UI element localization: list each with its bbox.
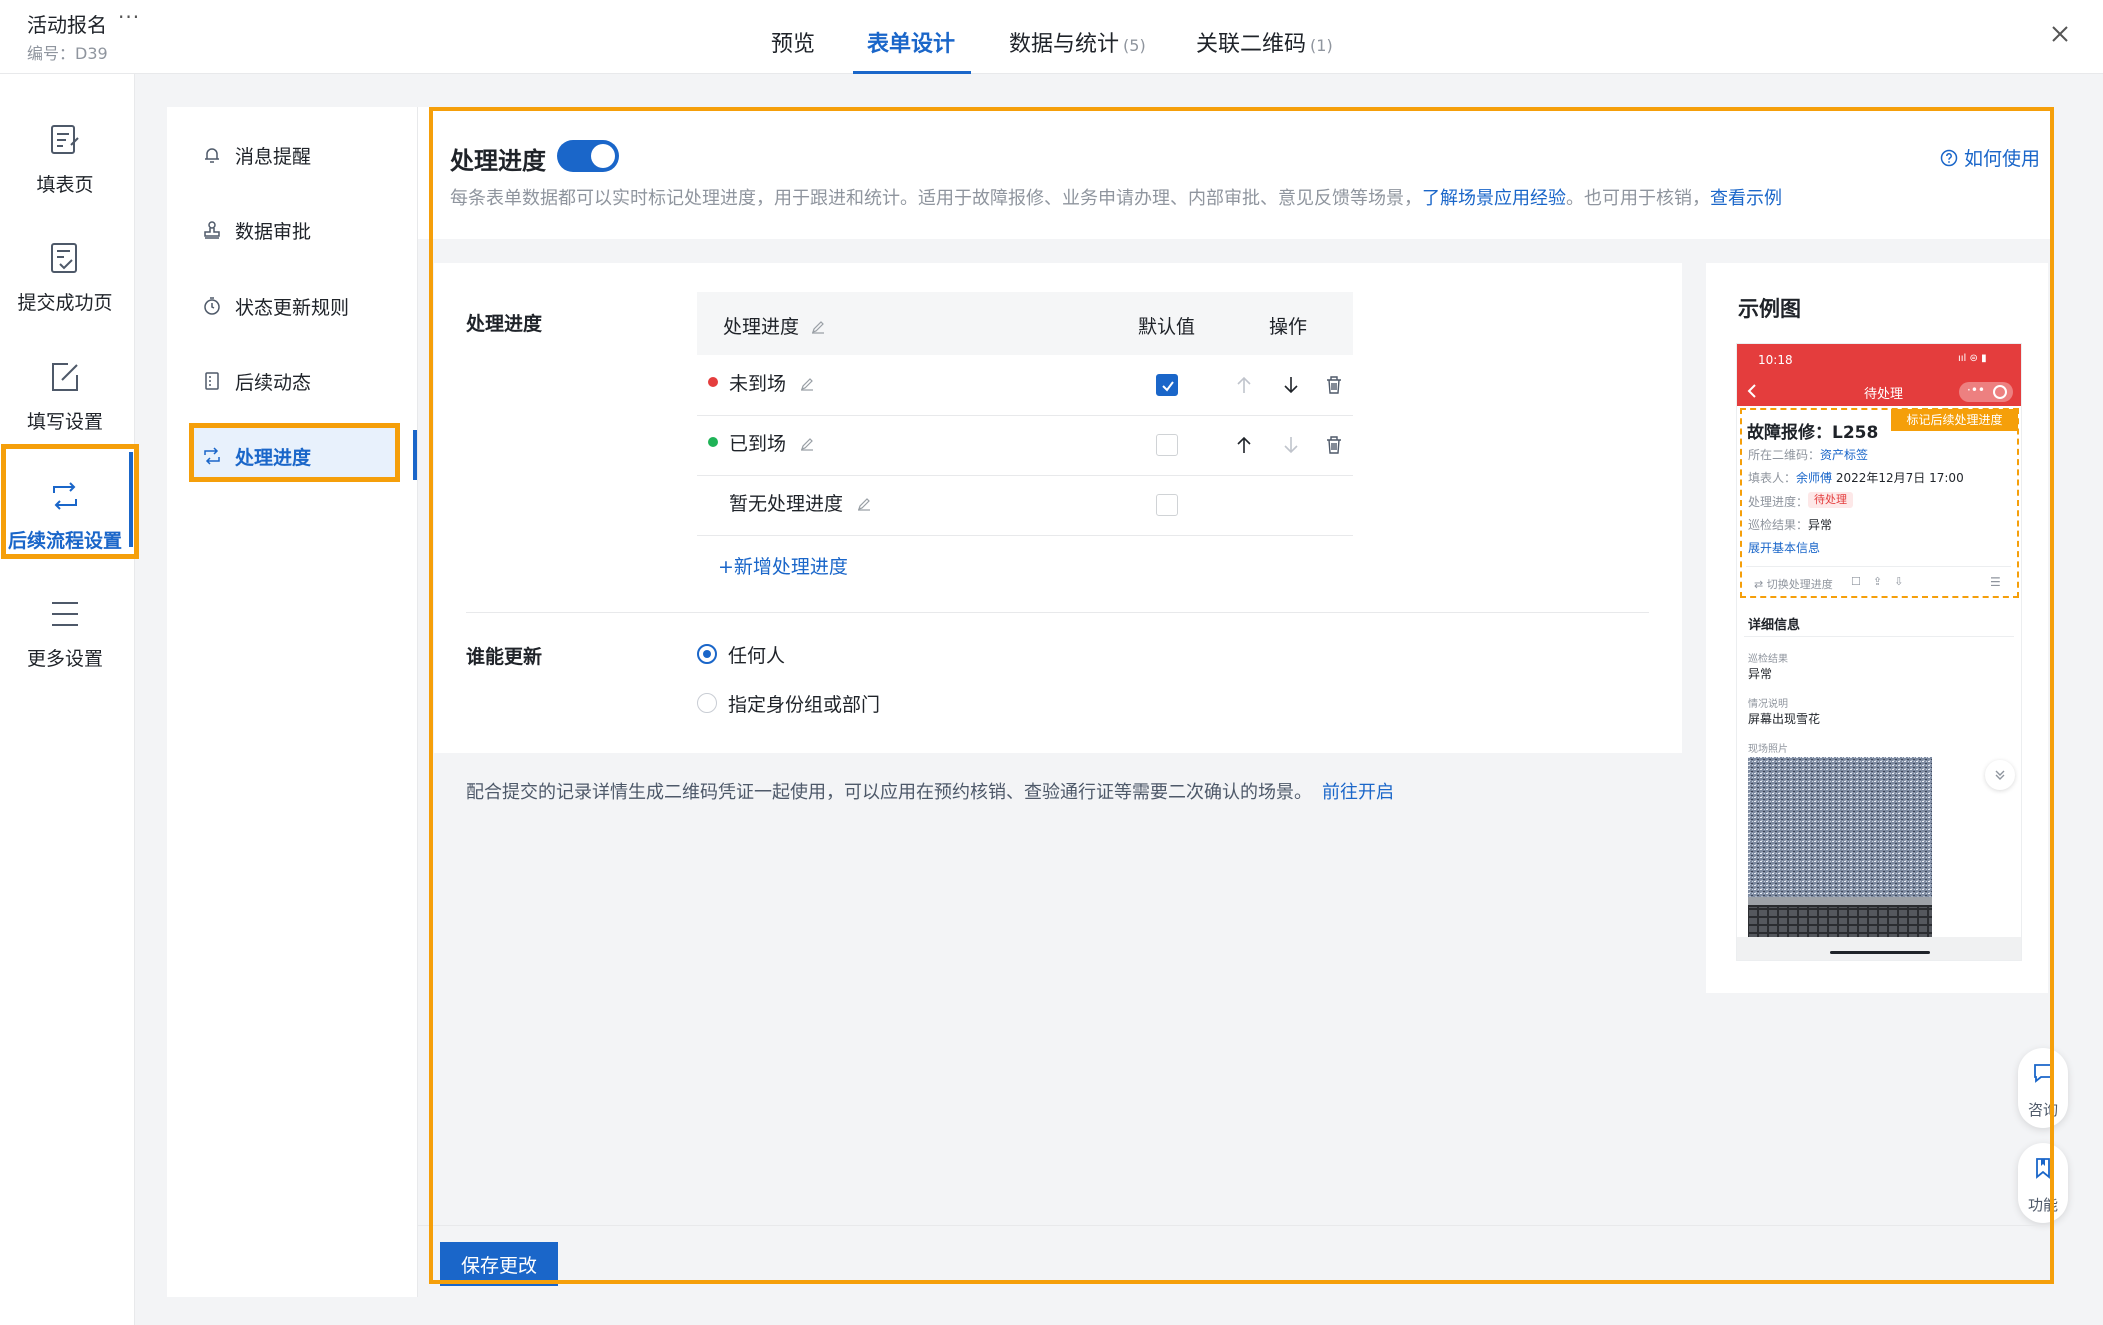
tab-data-stats[interactable]: 数据与统计 (5) bbox=[1009, 26, 1146, 58]
nav-more-settings[interactable]: 更多设置 bbox=[0, 564, 135, 674]
tab-active-indicator bbox=[853, 71, 971, 74]
document-icon bbox=[205, 372, 219, 390]
menu-icon bbox=[52, 602, 78, 626]
nav-form-page[interactable]: 填表页 bbox=[0, 90, 135, 200]
more-icon[interactable]: ··· bbox=[118, 5, 140, 29]
nav-fill-settings[interactable]: 填写设置 bbox=[0, 327, 135, 437]
subnav-active-indicator bbox=[413, 430, 417, 480]
tab-form-design[interactable]: 表单设计 bbox=[867, 26, 955, 58]
app-title: 活动报名 bbox=[27, 13, 107, 37]
subnav-status-rules[interactable]: 状态更新规则 bbox=[167, 281, 407, 331]
tab-linked-qrcode[interactable]: 关联二维码 (1) bbox=[1196, 26, 1333, 58]
highlight-frame-nav bbox=[1, 444, 139, 559]
subnav-follow-up[interactable]: 后续动态 bbox=[167, 356, 407, 406]
timer-icon bbox=[204, 297, 220, 315]
stamp-icon bbox=[204, 221, 220, 239]
close-icon[interactable] bbox=[2048, 22, 2072, 46]
form-page-icon bbox=[51, 125, 79, 154]
edit-settings-icon bbox=[52, 363, 78, 391]
highlight-frame-subnav bbox=[189, 423, 400, 482]
app-code: 编号：D39 bbox=[27, 44, 108, 63]
bell-icon bbox=[205, 148, 219, 163]
subnav-data-approval[interactable]: 数据审批 bbox=[167, 205, 407, 255]
subnav-message-reminder[interactable]: 消息提醒 bbox=[167, 130, 407, 180]
tab-preview[interactable]: 预览 bbox=[771, 26, 815, 58]
highlight-frame-main bbox=[429, 107, 2054, 1284]
submit-success-icon bbox=[51, 243, 77, 273]
nav-submit-success[interactable]: 提交成功页 bbox=[0, 208, 135, 318]
